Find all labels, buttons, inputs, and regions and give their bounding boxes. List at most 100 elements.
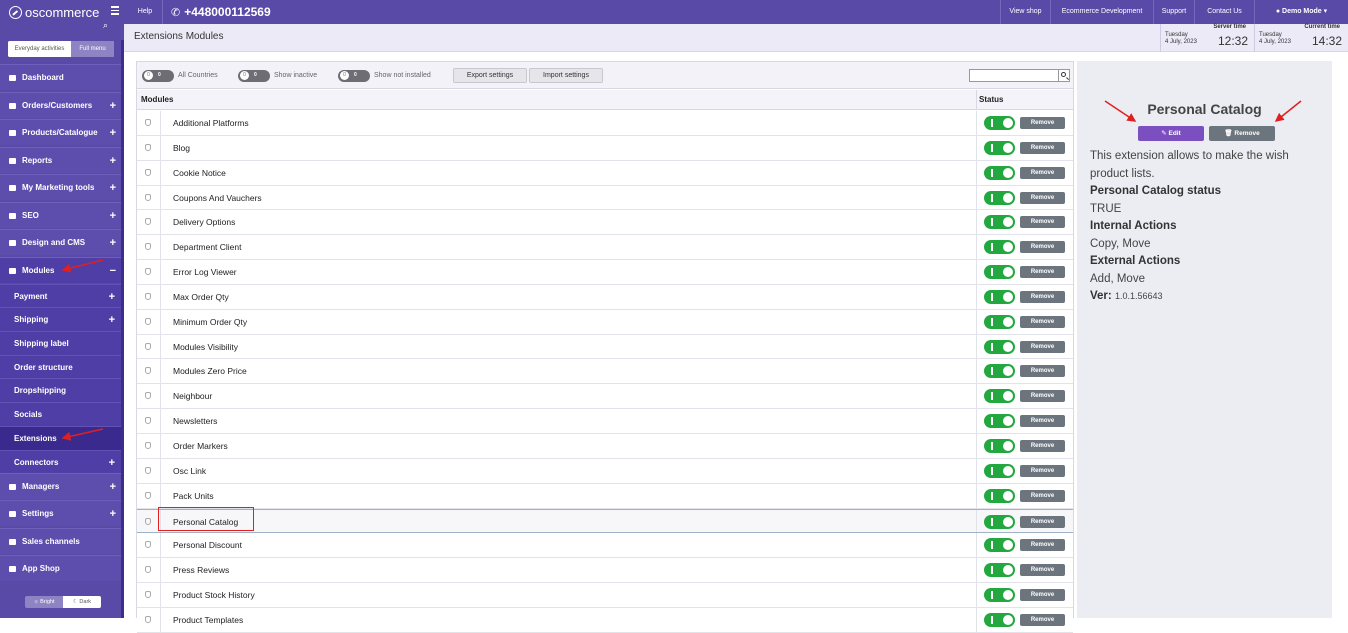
theme-dark-button[interactable]: ☾ Dark xyxy=(63,596,101,608)
theme-toggle[interactable]: ☼ Bright ☾ Dark xyxy=(25,596,101,608)
drag-handle-icon[interactable] xyxy=(137,235,161,260)
drag-handle-icon[interactable] xyxy=(137,558,161,583)
row-remove-button[interactable]: Remove xyxy=(1020,613,1065,626)
user-menu[interactable]: ● Demo Mode ▾ xyxy=(1254,0,1348,24)
sidebar-item-app-shop[interactable]: App Shop xyxy=(0,555,124,581)
status-toggle[interactable] xyxy=(984,538,1015,553)
status-toggle[interactable] xyxy=(984,414,1015,429)
table-row[interactable]: Delivery Options Remove xyxy=(137,210,1073,236)
drag-handle-icon[interactable] xyxy=(137,359,161,384)
expand-icon[interactable]: + xyxy=(110,127,116,139)
expand-icon[interactable]: + xyxy=(109,457,115,469)
table-row[interactable]: Additional Platforms Remove xyxy=(137,111,1073,136)
expand-icon[interactable]: + xyxy=(109,291,115,303)
status-toggle[interactable] xyxy=(984,438,1015,453)
contact-us-link[interactable]: Contact Us xyxy=(1194,0,1254,24)
table-row[interactable]: Minimum Order Qty Remove xyxy=(137,309,1073,335)
row-remove-button[interactable]: Remove xyxy=(1020,166,1065,179)
drag-handle-icon[interactable] xyxy=(137,135,161,160)
expand-icon[interactable]: + xyxy=(110,182,116,194)
sidebar-item-managers[interactable]: Managers + xyxy=(0,473,124,499)
collapse-icon[interactable]: − xyxy=(110,265,116,277)
status-toggle[interactable] xyxy=(984,265,1015,280)
phone-number[interactable]: ✆ +448000112569 xyxy=(162,0,272,24)
row-remove-button[interactable]: Remove xyxy=(1020,191,1065,204)
expand-icon[interactable]: + xyxy=(110,100,116,112)
status-toggle[interactable] xyxy=(984,190,1015,205)
row-remove-button[interactable]: Remove xyxy=(1020,266,1065,279)
table-row[interactable]: Modules Zero Price Remove xyxy=(137,359,1073,385)
theme-bright-button[interactable]: ☼ Bright xyxy=(25,596,63,608)
status-toggle[interactable] xyxy=(984,488,1015,503)
sidebar-item-seo[interactable]: SEO + xyxy=(0,202,124,228)
import-settings-button[interactable]: Import settings xyxy=(529,68,603,83)
status-toggle[interactable] xyxy=(984,165,1015,180)
support-link[interactable]: Support xyxy=(1153,0,1194,24)
drag-handle-icon[interactable] xyxy=(137,284,161,309)
drag-handle-icon[interactable] xyxy=(137,210,161,235)
table-row[interactable]: Department Client Remove xyxy=(137,235,1073,261)
sidebar-item-modules[interactable]: Modules − xyxy=(0,257,124,283)
logo[interactable]: oscommerce xyxy=(9,4,99,20)
sidebar-item-products-catalogue[interactable]: Products/Catalogue + xyxy=(0,119,124,145)
sidebar-item-marketing-tools[interactable]: My Marketing tools + xyxy=(0,174,124,200)
row-remove-button[interactable]: Remove xyxy=(1020,390,1065,403)
sidebar-subitem-payment[interactable]: Payment + xyxy=(0,284,124,308)
table-row[interactable]: Error Log Viewer Remove xyxy=(137,260,1073,285)
drag-handle-icon[interactable] xyxy=(137,334,161,359)
export-settings-button[interactable]: Export settings xyxy=(453,68,527,83)
help-link[interactable]: Help xyxy=(128,0,162,24)
status-toggle[interactable] xyxy=(984,140,1015,155)
mode-everyday-activities[interactable]: Everyday activities xyxy=(8,41,71,57)
sidebar-subitem-shipping-label[interactable]: Shipping label xyxy=(0,331,124,355)
mode-full-menu[interactable]: Full menu xyxy=(71,41,114,57)
row-remove-button[interactable]: Remove xyxy=(1020,340,1065,353)
status-toggle[interactable] xyxy=(984,240,1015,255)
drag-handle-icon[interactable] xyxy=(137,458,161,483)
drag-handle-icon[interactable] xyxy=(137,483,161,508)
table-row[interactable]: Neighbour Remove xyxy=(137,384,1073,410)
table-row[interactable]: Product Stock History Remove xyxy=(137,583,1073,608)
status-toggle[interactable] xyxy=(984,364,1015,379)
drag-handle-icon[interactable] xyxy=(137,260,161,284)
table-row[interactable]: Product Templates Remove xyxy=(137,607,1073,633)
row-remove-button[interactable]: Remove xyxy=(1020,589,1065,602)
table-row[interactable]: Osc Link Remove xyxy=(137,458,1073,484)
drag-handle-icon[interactable] xyxy=(137,607,161,632)
sidebar-item-dashboard[interactable]: Dashboard xyxy=(0,64,124,90)
toggle-switch[interactable] xyxy=(338,69,370,82)
sidebar-item-sales-channels[interactable]: Sales channels xyxy=(0,528,124,554)
table-row[interactable]: Coupons And Vauchers Remove xyxy=(137,185,1073,211)
status-toggle[interactable] xyxy=(984,339,1015,354)
search-input[interactable] xyxy=(969,69,1059,82)
table-row[interactable]: Personal Discount Remove xyxy=(137,533,1073,559)
row-remove-button[interactable]: Remove xyxy=(1020,141,1065,154)
toggle-switch[interactable] xyxy=(142,69,174,82)
drag-handle-icon[interactable] xyxy=(137,409,161,433)
row-remove-button[interactable]: Remove xyxy=(1020,365,1065,378)
table-row[interactable]: Order Markers Remove xyxy=(137,433,1073,459)
table-row[interactable]: Cookie Notice Remove xyxy=(137,160,1073,186)
drag-handle-icon[interactable] xyxy=(137,384,161,409)
sidebar-item-design-cms[interactable]: Design and CMS + xyxy=(0,229,124,255)
drag-handle-icon[interactable] xyxy=(137,583,161,607)
table-row[interactable]: Newsletters Remove xyxy=(137,409,1073,434)
row-remove-button[interactable]: Remove xyxy=(1020,564,1065,577)
sidebar-item-settings[interactable]: Settings + xyxy=(0,500,124,526)
row-remove-button[interactable]: Remove xyxy=(1020,439,1065,452)
row-remove-button[interactable]: Remove xyxy=(1020,464,1065,477)
expand-icon[interactable]: + xyxy=(110,155,116,167)
status-toggle[interactable] xyxy=(984,612,1015,627)
hamburger-menu-icon[interactable] xyxy=(111,6,119,17)
status-toggle[interactable] xyxy=(984,314,1015,329)
status-toggle[interactable] xyxy=(984,215,1015,230)
row-remove-button[interactable]: Remove xyxy=(1020,415,1065,428)
drag-handle-icon[interactable] xyxy=(137,533,161,558)
status-toggle[interactable] xyxy=(984,588,1015,603)
row-remove-button[interactable]: Remove xyxy=(1020,315,1065,328)
table-row[interactable]: Max Order Qty Remove xyxy=(137,284,1073,310)
table-row[interactable]: Blog Remove xyxy=(137,135,1073,161)
row-remove-button[interactable]: Remove xyxy=(1020,117,1065,129)
row-remove-button[interactable]: Remove xyxy=(1020,539,1065,552)
sidebar-item-reports[interactable]: Reports + xyxy=(0,147,124,173)
